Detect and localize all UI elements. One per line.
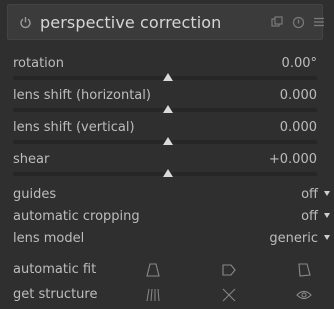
shear-slider[interactable]: shear +0.000 [13,144,317,177]
guides-combobox[interactable]: guides off [13,185,330,205]
automatic-fit-label: automatic fit [13,262,97,277]
lens-shift-vertical-slider[interactable]: lens shift (vertical) 0.000 [13,112,317,145]
get-structure-label: get structure [13,287,98,302]
combo-value[interactable]: off [301,209,318,224]
combo-label: lens model [13,231,85,246]
slider-label: lens shift (vertical) [13,120,135,135]
lines-icon[interactable] [143,285,163,305]
dropdown-arrow-icon[interactable] [324,213,330,218]
combo-label: automatic cropping [13,209,140,224]
presets-icon[interactable] [270,15,284,29]
slider-value: 0.000 [279,120,317,135]
power-icon[interactable] [18,15,32,29]
slider-label: shear [13,152,50,167]
get-structure-row: get structure [13,283,330,307]
automatic-cropping-combobox[interactable]: automatic cropping off [13,207,330,227]
slider-label: lens shift (horizontal) [13,88,151,103]
combo-value[interactable]: generic [269,231,318,246]
eye-icon[interactable] [294,285,314,305]
slider-value: 0.00° [281,56,317,71]
reset-icon[interactable] [291,15,305,29]
module-title: perspective correction [40,12,222,32]
vertical-fit-icon[interactable] [143,260,163,280]
automatic-fit-row: automatic fit [13,258,330,282]
dropdown-arrow-icon[interactable] [324,235,330,240]
combo-value[interactable]: off [301,187,318,202]
rotation-slider[interactable]: rotation 0.00° [13,48,317,81]
full-fit-icon[interactable] [294,260,314,280]
module-header[interactable]: perspective correction [7,4,326,40]
combo-label: guides [13,187,57,202]
clear-icon[interactable] [219,285,239,305]
slider-value: +0.000 [268,152,317,167]
slider-label: rotation [13,56,64,71]
lens-shift-horizontal-slider[interactable]: lens shift (horizontal) 0.000 [13,80,317,113]
dropdown-arrow-icon[interactable] [324,191,330,196]
horizontal-fit-icon[interactable] [219,260,239,280]
slider-thumb[interactable] [163,169,173,177]
lens-model-combobox[interactable]: lens model generic [13,229,330,249]
slider-value: 0.000 [279,88,317,103]
menu-icon[interactable] [312,15,326,29]
